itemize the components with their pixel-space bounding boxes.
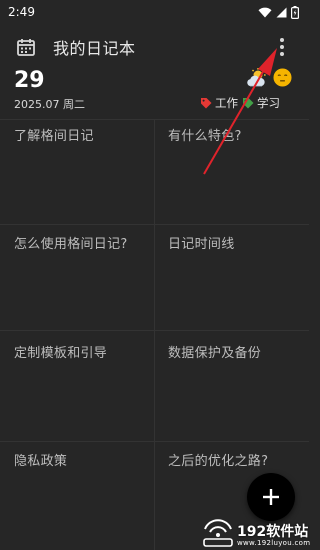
battery-icon xyxy=(291,5,299,19)
partly-cloudy-icon[interactable] xyxy=(246,68,268,88)
status-time: 2:49 xyxy=(8,5,35,19)
grid-cell[interactable]: 怎么使用格间日记? xyxy=(14,233,128,252)
status-icons xyxy=(258,5,299,19)
status-bar: 2:49 xyxy=(0,0,309,24)
watermark-text: 192软件站 xyxy=(237,524,309,540)
neutral-face-icon[interactable] xyxy=(273,68,292,87)
tag-label: 学习 xyxy=(257,96,280,110)
tag-icon xyxy=(243,98,254,109)
calendar-button[interactable] xyxy=(15,36,37,58)
more-vert-icon xyxy=(280,38,284,42)
grid-cell[interactable]: 有什么特色? xyxy=(168,125,242,144)
month-weekday: 2025.07 周二 xyxy=(14,98,85,111)
tag-icon xyxy=(201,98,212,109)
plus-icon xyxy=(263,489,279,505)
app-bar: 我的日记本 xyxy=(0,26,309,66)
wifi-icon xyxy=(258,7,272,17)
more-vert-icon-dot xyxy=(280,45,284,49)
tag-list: 工作 学习 xyxy=(200,95,284,111)
grid-cell[interactable]: 数据保护及备份 xyxy=(168,342,261,361)
diary-home-screen: 2:49 我的日记本 29 2025.07 周二 工作 学习 了解格间日记 有什… xyxy=(0,0,311,550)
router-logo-icon xyxy=(203,519,233,547)
more-vert-icon-dot xyxy=(280,52,284,56)
grid-cell[interactable]: 了解格间日记 xyxy=(14,125,94,144)
tag-item[interactable]: 工作 xyxy=(200,95,238,111)
tag-item[interactable]: 学习 xyxy=(242,95,280,111)
app-title: 我的日记本 xyxy=(53,39,136,58)
grid-divider-vertical xyxy=(154,119,155,550)
calendar-icon xyxy=(17,39,35,56)
watermark-url: www.192luyou.com xyxy=(237,539,311,547)
grid-cell[interactable]: 日记时间线 xyxy=(168,233,235,252)
add-entry-button[interactable] xyxy=(247,473,295,521)
tag-label: 工作 xyxy=(215,96,238,110)
signal-icon xyxy=(276,7,287,17)
grid-cell[interactable]: 之后的优化之路? xyxy=(168,450,268,469)
watermark: 192软件站 www.192luyou.com xyxy=(197,518,311,550)
day-number[interactable]: 29 xyxy=(14,68,45,93)
grid-cell[interactable]: 定制模板和引导 xyxy=(14,342,107,361)
grid-cell[interactable]: 隐私政策 xyxy=(14,450,67,469)
more-options-button[interactable] xyxy=(272,35,292,59)
